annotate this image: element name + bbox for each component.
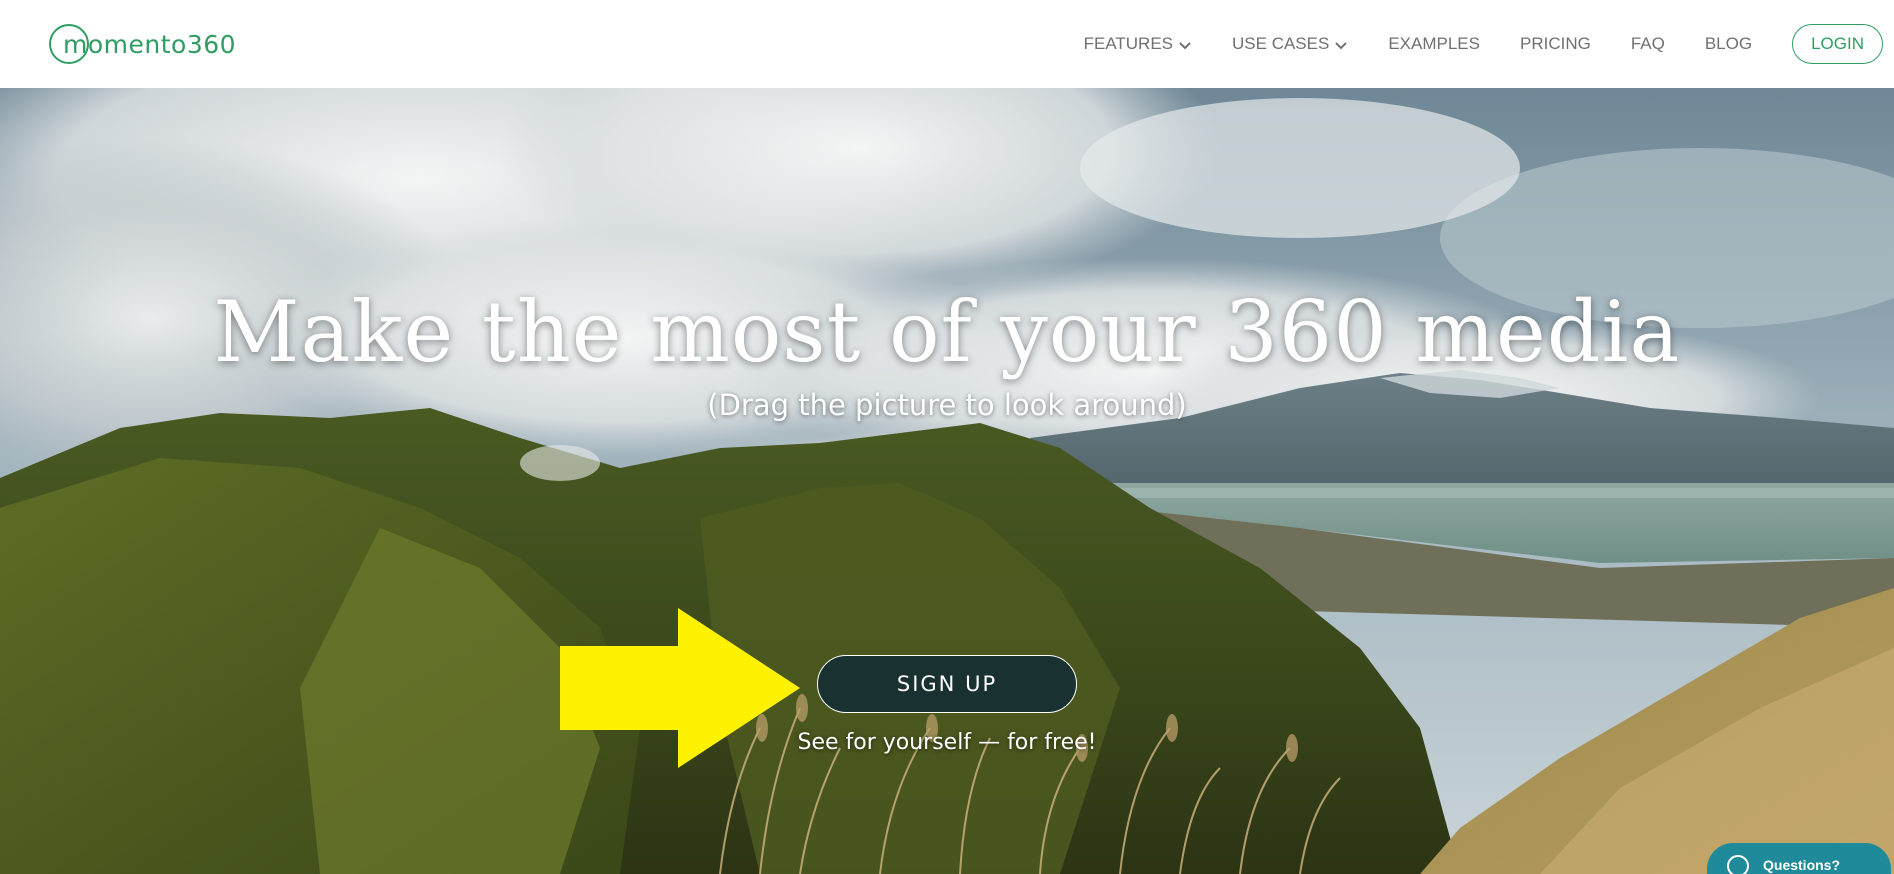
nav-use-cases-label: USE CASES [1232,34,1330,53]
login-button[interactable]: LOGIN [1792,24,1883,64]
hero-panorama-image [0,88,1894,874]
nav-blog[interactable]: BLOG [1705,34,1752,54]
chevron-down-icon [1178,39,1192,53]
chevron-down-icon [1334,39,1348,53]
questions-chat-button[interactable]: Questions? [1707,843,1891,874]
logo-text: momento360 [63,29,237,59]
nav-pricing-label: PRICING [1519,34,1591,53]
nav-use-cases[interactable]: USE CASES [1232,34,1348,54]
nav-examples[interactable]: EXAMPLES [1388,34,1480,54]
logo[interactable]: momento360 [49,22,236,66]
nav-features-label: FEATURES [1083,34,1174,53]
site-header: momento360 FEATURES USE CASES EXAMPLES P… [0,0,1894,88]
nav-blog-label: BLOG [1704,34,1753,53]
chat-bubble-icon [1727,855,1749,874]
hero-360-viewer[interactable]: Make the most of your 360 media (Drag th… [0,88,1894,874]
nav-features[interactable]: FEATURES [1084,34,1192,54]
hero-subtitle: (Drag the picture to look around) [707,388,1187,422]
main-nav: FEATURES USE CASES EXAMPLES PRICING FAQ … [1084,0,1894,88]
signup-note: See for yourself — for free! [797,730,1097,755]
nav-examples-label: EXAMPLES [1388,34,1480,53]
nav-faq[interactable]: FAQ [1631,34,1665,54]
questions-label: Questions? [1763,857,1841,873]
nav-faq-label: FAQ [1630,34,1665,53]
signup-button[interactable]: SIGN UP [817,655,1077,713]
nav-pricing[interactable]: PRICING [1520,34,1591,54]
hero-title: Make the most of your 360 media [213,283,1681,381]
